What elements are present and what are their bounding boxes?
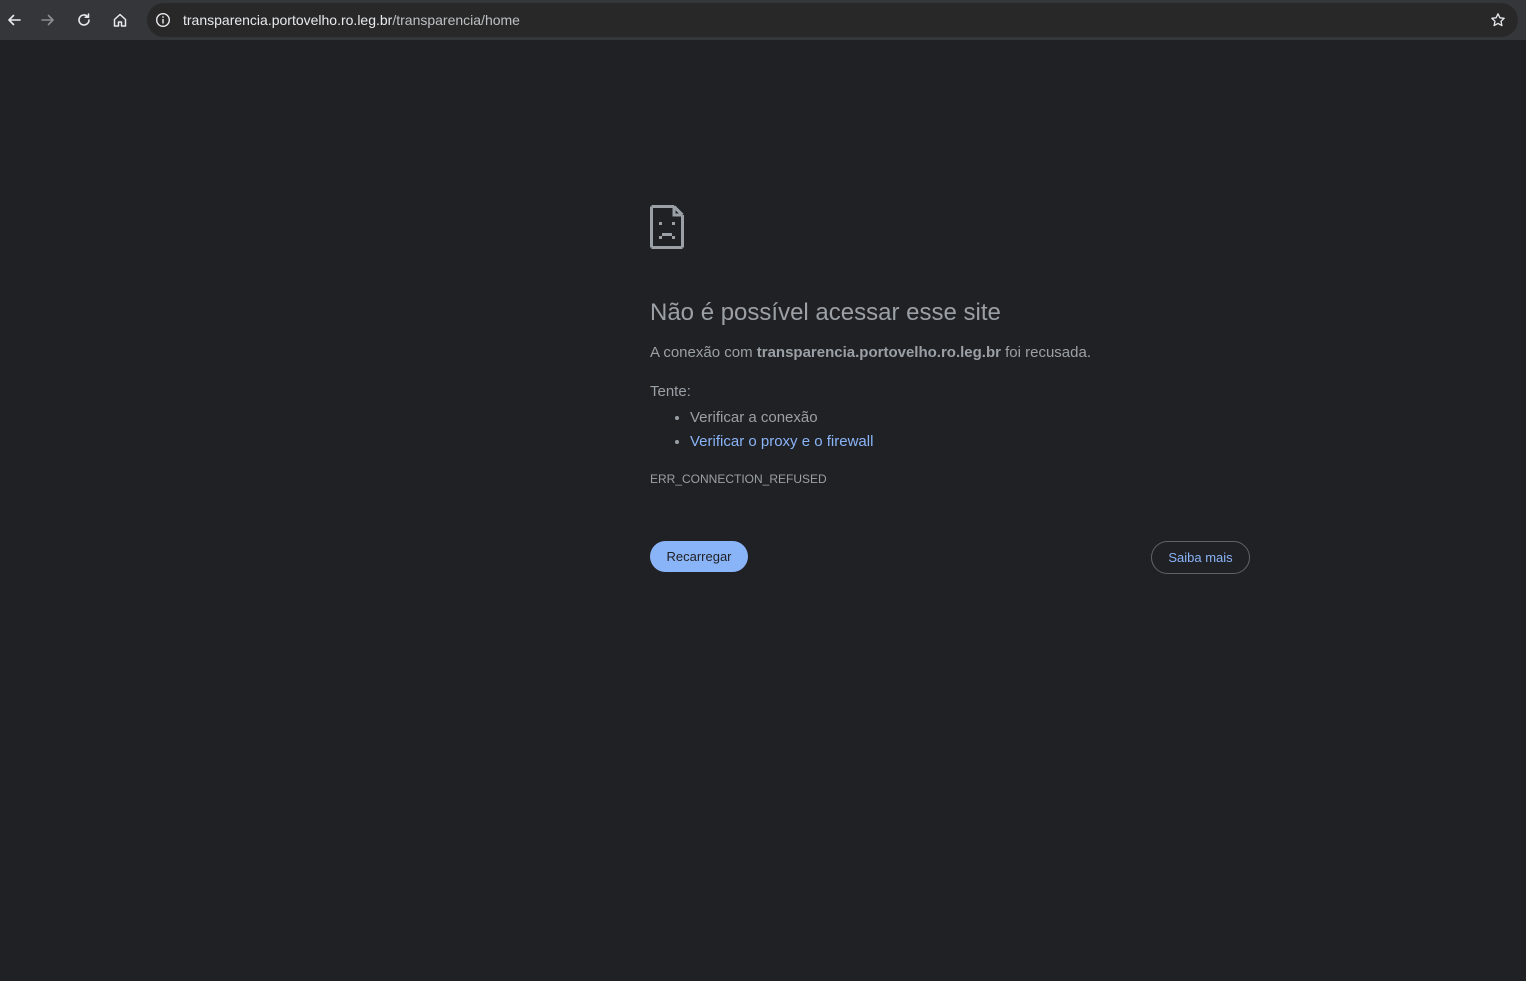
home-button[interactable] bbox=[106, 6, 134, 34]
forward-button[interactable] bbox=[34, 6, 62, 34]
browser-toolbar: transparencia.portovelho.ro.leg.br/trans… bbox=[0, 0, 1526, 40]
reload-icon bbox=[78, 13, 90, 26]
star-icon bbox=[1491, 13, 1505, 27]
error-title: Não é possível acessar esse site bbox=[650, 299, 1001, 326]
sad-page-icon bbox=[650, 205, 684, 249]
url-path: /transparencia/home bbox=[392, 12, 520, 28]
error-description: A conexão com transparencia.portovelho.r… bbox=[650, 344, 1091, 362]
learn-more-button[interactable]: Saiba mais bbox=[1151, 541, 1250, 574]
arrow-left-icon bbox=[8, 14, 21, 26]
home-icon bbox=[113, 13, 127, 27]
suggestion-check-connection: Verificar a conexão bbox=[690, 406, 873, 430]
check-proxy-firewall-link[interactable]: Verificar o proxy e o firewall bbox=[690, 433, 873, 450]
url-host: transparencia.portovelho.ro.leg.br bbox=[183, 12, 393, 28]
url-text[interactable]: transparencia.portovelho.ro.leg.br/trans… bbox=[183, 12, 520, 28]
bookmark-button[interactable] bbox=[1488, 10, 1508, 30]
info-icon bbox=[155, 12, 171, 28]
address-bar[interactable]: transparencia.portovelho.ro.leg.br/trans… bbox=[147, 3, 1518, 37]
reload-button[interactable] bbox=[70, 6, 98, 34]
description-suffix: foi recusada. bbox=[1000, 344, 1092, 361]
site-info-button[interactable] bbox=[153, 10, 173, 30]
arrow-right-icon bbox=[41, 14, 54, 26]
description-prefix: A conexão com bbox=[650, 344, 757, 361]
suggestion-check-proxy-item: Verificar o proxy e o firewall bbox=[690, 430, 873, 454]
try-label: Tente: bbox=[650, 383, 691, 400]
back-button[interactable] bbox=[0, 6, 28, 34]
error-code: ERR_CONNECTION_REFUSED bbox=[650, 472, 827, 486]
suggestions-list: Verificar a conexão Verificar o proxy e … bbox=[650, 406, 873, 454]
reload-page-button[interactable]: Recarregar bbox=[650, 541, 748, 572]
description-host: transparencia.portovelho.ro.leg.br bbox=[756, 344, 1001, 361]
